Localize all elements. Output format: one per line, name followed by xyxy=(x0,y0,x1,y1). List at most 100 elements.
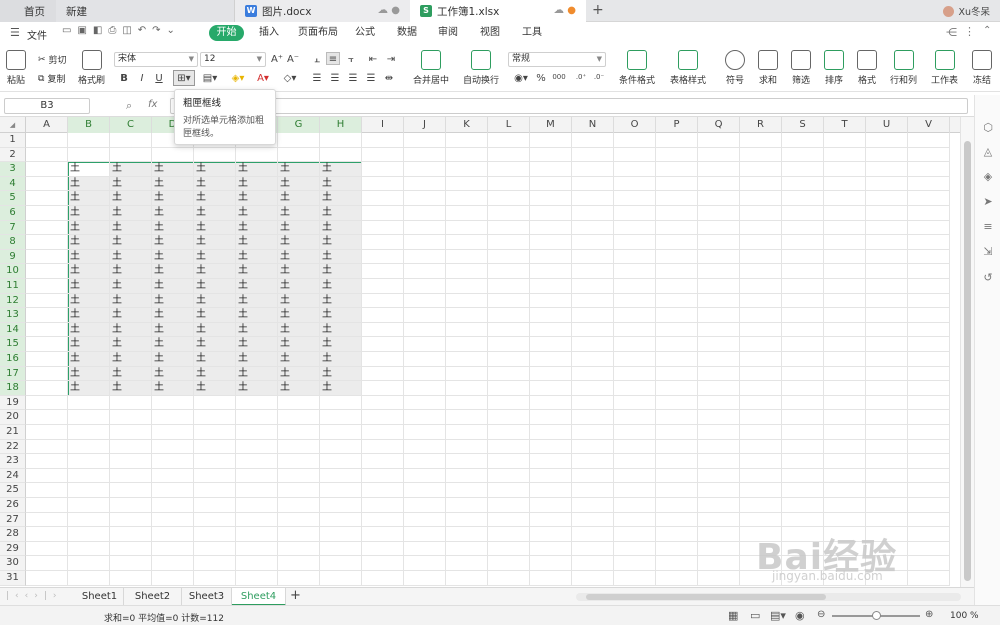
eye-care-icon[interactable]: ◉ xyxy=(795,609,805,622)
cell-g15[interactable]: 土 xyxy=(278,337,320,352)
border-icon[interactable]: ⊞▾ xyxy=(173,70,195,86)
cell-e8[interactable]: 土 xyxy=(194,235,236,250)
row-header-8[interactable]: 8 xyxy=(0,235,26,250)
clear-format-icon[interactable]: ◇▾ xyxy=(280,72,300,85)
cell-b3[interactable]: 土 xyxy=(68,162,110,177)
cell-c11[interactable]: 土 xyxy=(110,279,152,294)
cell-e5[interactable]: 土 xyxy=(194,191,236,206)
name-box[interactable]: B3 xyxy=(4,98,90,114)
row-header-9[interactable]: 9 xyxy=(0,249,26,265)
cell-c12[interactable]: 土 xyxy=(110,294,152,309)
cell-b14[interactable]: 土 xyxy=(68,323,110,338)
horizontal-scrollbar[interactable] xyxy=(576,593,961,601)
row-col-button[interactable]: 行和列 xyxy=(890,50,917,86)
cell-f15[interactable]: 土 xyxy=(236,337,278,352)
row-header-7[interactable]: 7 xyxy=(0,220,26,236)
cell-f16[interactable]: 土 xyxy=(236,352,278,367)
paste-button[interactable]: 粘贴 xyxy=(6,50,26,86)
cell-f4[interactable]: 土 xyxy=(236,177,278,192)
row-header-29[interactable]: 29 xyxy=(0,541,26,557)
cell-e3[interactable]: 土 xyxy=(194,162,236,177)
menu-tab-page-layout[interactable]: 页面布局 xyxy=(298,25,338,41)
hamburger-icon[interactable]: ☰ xyxy=(10,26,20,39)
cell-f9[interactable]: 土 xyxy=(236,250,278,265)
cell-e4[interactable]: 土 xyxy=(194,177,236,192)
more-icon[interactable]: ⋮ xyxy=(964,25,975,38)
cell-c8[interactable]: 土 xyxy=(110,235,152,250)
column-header-u[interactable]: U xyxy=(866,117,908,133)
cell-d16[interactable]: 土 xyxy=(152,352,194,367)
cell-b7[interactable]: 土 xyxy=(68,221,110,236)
sort-button[interactable]: 排序 xyxy=(824,50,844,86)
column-header-j[interactable]: J xyxy=(404,117,446,133)
cell-e6[interactable]: 土 xyxy=(194,206,236,221)
cell-e17[interactable]: 土 xyxy=(194,367,236,382)
currency-icon[interactable]: ◉▾ xyxy=(511,72,531,85)
cell-c9[interactable]: 土 xyxy=(110,250,152,265)
row-header-5[interactable]: 5 xyxy=(0,191,26,206)
align-bottom-icon[interactable]: ⫟ xyxy=(344,53,358,66)
row-header-31[interactable]: 31 xyxy=(0,571,26,586)
menu-tab-review[interactable]: 审阅 xyxy=(438,25,458,41)
cell-f11[interactable]: 土 xyxy=(236,279,278,294)
row-header-6[interactable]: 6 xyxy=(0,206,26,221)
cell-d9[interactable]: 土 xyxy=(152,250,194,265)
row-header-28[interactable]: 28 xyxy=(0,527,26,542)
cell-h15[interactable]: 土 xyxy=(320,337,362,352)
menu-tab-data[interactable]: 数据 xyxy=(397,25,417,41)
tab-doc-word[interactable]: W 图片.docx ☁ ● xyxy=(234,0,410,22)
cell-g10[interactable]: 土 xyxy=(278,264,320,279)
cell-c13[interactable]: 土 xyxy=(110,308,152,323)
justify-icon[interactable]: ☰ xyxy=(364,72,378,85)
font-color-icon[interactable]: A▾ xyxy=(253,72,273,85)
zoom-out-icon[interactable]: ⊖ xyxy=(817,609,825,620)
cell-h6[interactable]: 土 xyxy=(320,206,362,221)
indent-decrease-icon[interactable]: ⇤ xyxy=(366,53,380,66)
cell-b6[interactable]: 土 xyxy=(68,206,110,221)
row-header-14[interactable]: 14 xyxy=(0,322,26,338)
cell-b12[interactable]: 土 xyxy=(68,294,110,309)
cell-f18[interactable]: 土 xyxy=(236,381,278,396)
cell-c4[interactable]: 土 xyxy=(110,177,152,192)
cell-f5[interactable]: 土 xyxy=(236,191,278,206)
cell-b4[interactable]: 土 xyxy=(68,177,110,192)
menu-tab-insert[interactable]: 插入 xyxy=(259,25,279,41)
percent-button[interactable]: % xyxy=(534,72,548,85)
cell-b9[interactable]: 土 xyxy=(68,250,110,265)
row-header-15[interactable]: 15 xyxy=(0,337,26,352)
cell-e7[interactable]: 土 xyxy=(194,221,236,236)
row-header-19[interactable]: 19 xyxy=(0,395,26,411)
italic-button[interactable]: I xyxy=(135,72,149,85)
decimal-decrease-icon[interactable]: .0⁻ xyxy=(592,71,606,84)
align-middle-icon[interactable]: ≡ xyxy=(326,52,340,65)
cell-g3[interactable]: 土 xyxy=(278,162,320,177)
cell-d8[interactable]: 土 xyxy=(152,235,194,250)
file-menu[interactable]: 文件 xyxy=(27,27,47,42)
cell-e16[interactable]: 土 xyxy=(194,352,236,367)
cell-h14[interactable]: 土 xyxy=(320,323,362,338)
format-painter-button[interactable]: 格式刷 xyxy=(78,50,105,86)
cell-h5[interactable]: 土 xyxy=(320,191,362,206)
sheet-nav-arrows[interactable]: |‹‹›|› xyxy=(6,591,62,601)
cell-d15[interactable]: 土 xyxy=(152,337,194,352)
cell-g4[interactable]: 土 xyxy=(278,177,320,192)
copy-button[interactable]: ⧉ 复制 xyxy=(38,72,65,86)
new-tab-button[interactable]: + xyxy=(592,2,604,18)
cell-g5[interactable]: 土 xyxy=(278,191,320,206)
cell-g12[interactable]: 土 xyxy=(278,294,320,309)
cell-b15[interactable]: 土 xyxy=(68,337,110,352)
column-header-i[interactable]: I xyxy=(362,117,404,133)
cell-c15[interactable]: 土 xyxy=(110,337,152,352)
cell-d14[interactable]: 土 xyxy=(152,323,194,338)
shapes-icon[interactable]: ⬡ xyxy=(981,121,995,135)
wrap-text-button[interactable]: 自动换行 xyxy=(463,50,499,86)
close-tab-icon[interactable]: ● xyxy=(391,5,400,16)
cell-h9[interactable]: 土 xyxy=(320,250,362,265)
cut-button[interactable]: ✂ 剪切 xyxy=(38,53,67,67)
quick-toolbar-icons[interactable]: ▭▣◧⎙◫↶↷⌄ xyxy=(62,25,181,36)
cell-b17[interactable]: 土 xyxy=(68,367,110,382)
align-right-icon[interactable]: ☰ xyxy=(346,72,360,85)
cell-h7[interactable]: 土 xyxy=(320,221,362,236)
cell-d12[interactable]: 土 xyxy=(152,294,194,309)
cell-c6[interactable]: 土 xyxy=(110,206,152,221)
